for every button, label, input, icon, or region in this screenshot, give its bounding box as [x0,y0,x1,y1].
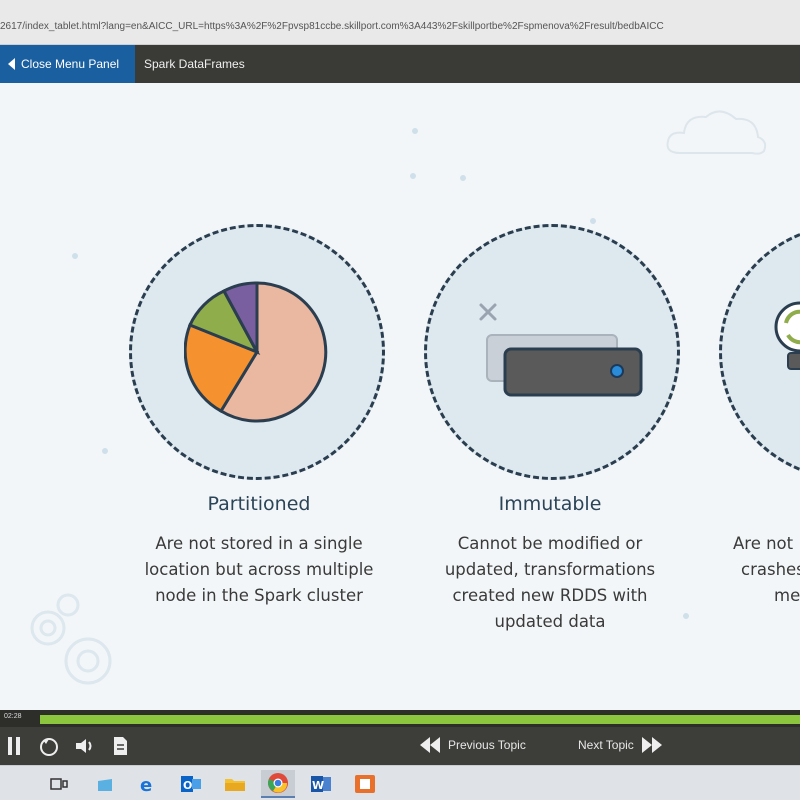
decorative-dot [102,448,108,454]
description-line: met [774,586,800,605]
previous-topic-label: Previous Topic [448,738,526,752]
progress-fill [40,715,800,724]
app-icon[interactable] [348,770,382,798]
description-line: Cannot be modified or [457,534,643,553]
task-view-icon[interactable] [42,770,76,798]
decorative-dot [460,175,466,181]
pie-chart-icon [184,281,328,423]
word-icon[interactable]: W [304,770,338,798]
immutable-circle [424,224,680,480]
pause-button[interactable] [4,735,24,757]
partitioned-circle [129,224,385,480]
svg-text:O: O [183,779,192,792]
description-line: Are not stored in a single [155,534,363,553]
browser-address-bar[interactable]: 2617/index_tablet.html?lang=en&AICC_URL=… [0,0,800,45]
double-chevron-right-icon [641,737,662,753]
volume-button[interactable] [72,735,98,757]
course-title: Spark DataFrames [144,57,245,71]
description-line: location but across multiple [144,560,374,579]
decorative-dot [72,253,78,259]
elapsed-time: 02:28 [4,713,22,720]
speaker-icon [76,739,92,753]
description-line: crashes, [741,560,800,579]
file-explorer-icon[interactable] [218,770,252,798]
outlook-icon[interactable]: O [174,770,208,798]
decorative-dot [412,128,418,134]
immutable-description: Cannot be modified or updated, transform… [420,531,680,635]
decorative-dot [683,613,689,619]
immutable-heading: Immutable [498,493,602,515]
description-line: created new RDDS with [452,586,648,605]
pause-icon [8,737,20,755]
gears-icon [30,593,112,685]
close-menu-panel-button[interactable]: Close Menu Panel [0,45,135,83]
next-topic-label: Next Topic [578,738,634,752]
refresh-icon [774,301,800,370]
third-description: Are not crashes, met [715,531,800,609]
playback-progress[interactable]: 02:28 [0,710,800,727]
double-chevron-left-icon [420,737,440,753]
third-circle [719,224,800,480]
url-text[interactable]: 2617/index_tablet.html?lang=en&AICC_URL=… [0,21,800,32]
chevron-left-icon [8,58,15,70]
partitioned-heading: Partitioned [207,493,311,515]
document-icon [114,737,127,755]
previous-topic-button[interactable]: Previous Topic [420,737,526,753]
replay-button[interactable] [36,735,62,757]
player-controls: Previous Topic Next Topic [0,727,800,765]
partitioned-description: Are not stored in a single location but … [129,531,389,609]
progress-track[interactable] [40,715,800,724]
storage-drive-icon [479,303,643,397]
decorative-dot [590,218,596,224]
transcript-button[interactable] [108,735,132,757]
svg-text:W: W [312,779,324,792]
cloud-icon [666,110,767,155]
next-topic-button[interactable]: Next Topic [578,737,662,753]
svg-text:e: e [140,775,152,794]
chrome-icon[interactable] [261,770,295,798]
description-line: updated, transformations [444,560,656,579]
slide-content: Partitioned Are not stored in a single l… [0,83,800,710]
description-line: node in the Spark cluster [155,586,363,605]
decorative-dot [410,173,416,179]
description-line: Are not [733,534,794,553]
replay-icon [40,738,58,756]
close-menu-label: Close Menu Panel [21,57,120,71]
description-line: updated data [494,612,606,631]
edge-icon[interactable]: e [130,770,164,798]
course-header: Close Menu Panel Spark DataFrames [0,45,800,83]
os-taskbar: e O W [0,765,800,800]
store-icon[interactable] [88,770,122,798]
